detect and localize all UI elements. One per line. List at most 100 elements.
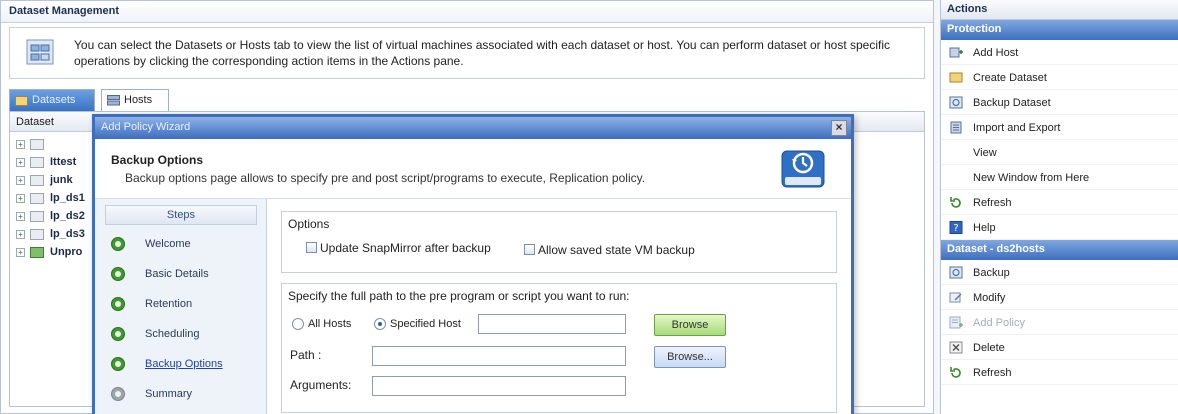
expand-icon[interactable]: + [16, 176, 25, 185]
action-view[interactable]: View [941, 140, 1178, 165]
action-label: Modify [973, 292, 1006, 304]
tree-header-label: Dataset [16, 116, 54, 128]
action-label: Help [973, 222, 996, 234]
backup-icon [949, 266, 963, 279]
action-label: Create Dataset [973, 72, 1047, 84]
datasets-icon [15, 96, 28, 106]
backup-dataset-icon [949, 96, 963, 109]
expand-icon[interactable]: + [16, 248, 25, 257]
wizard-title-bar[interactable]: Add Policy Wizard × [95, 117, 851, 139]
action-create-dataset[interactable]: Create Dataset [941, 65, 1178, 90]
action-backup-dataset[interactable]: Backup Dataset [941, 90, 1178, 115]
step-summary[interactable]: Summary [111, 385, 261, 407]
browse-path-button[interactable]: Browse... [654, 346, 726, 368]
expand-icon[interactable]: + [16, 158, 25, 167]
action-add-host[interactable]: Add Host [941, 40, 1178, 65]
action-add-policy[interactable]: Add Policy [941, 310, 1178, 335]
step-basic-details[interactable]: Basic Details [111, 265, 261, 287]
svg-text:?: ? [953, 223, 958, 234]
host-input[interactable] [478, 314, 626, 334]
folder-icon [30, 229, 44, 240]
unprotected-icon [30, 247, 44, 258]
delete-icon [949, 341, 963, 354]
step-welcome[interactable]: Welcome [111, 235, 261, 257]
dataset-info-icon [26, 39, 54, 65]
wizard-page-title: Backup Options [111, 153, 204, 167]
folder-icon [30, 175, 44, 186]
step-complete-icon [111, 297, 125, 311]
step-backup-options[interactable]: Backup Options [111, 355, 261, 377]
refresh-icon [950, 197, 961, 208]
tree-item[interactable]: + Ittest [14, 154, 104, 172]
arguments-label: Arguments: [290, 378, 352, 392]
specified-host-radio[interactable]: Specified Host [374, 316, 474, 332]
action-refresh[interactable]: Refresh [941, 190, 1178, 215]
tree-item[interactable]: + lp_ds2 [14, 208, 104, 226]
radio-dot [292, 318, 304, 330]
steps-header: Steps [105, 205, 257, 225]
dataset-section-header[interactable]: Dataset - ds2hosts [941, 240, 1178, 260]
tree-item[interactable]: + [14, 136, 104, 154]
info-box: You can select the Datasets or Hosts tab… [9, 27, 925, 79]
step-retention[interactable]: Retention [111, 295, 261, 317]
page-title: Dataset Management [1, 1, 933, 23]
expand-icon[interactable]: + [16, 194, 25, 203]
action-modify[interactable]: Modify [941, 285, 1178, 310]
refresh-icon [950, 367, 961, 378]
wizard-header: Backup Options Backup options page allow… [95, 139, 851, 199]
folder-icon [30, 211, 44, 222]
wizard-title: Add Policy Wizard [101, 121, 191, 133]
checkbox-box [306, 242, 317, 253]
update-snapmirror-checkbox[interactable]: Update SnapMirror after backup [306, 240, 536, 256]
allow-saved-state-checkbox[interactable]: Allow saved state VM backup [524, 242, 754, 258]
tree-item[interactable]: + lp_ds1 [14, 190, 104, 208]
action-label: Add Policy [973, 317, 1025, 329]
help-icon: ? [949, 221, 963, 234]
all-hosts-radio[interactable]: All Hosts [292, 316, 362, 332]
expand-icon[interactable]: + [16, 212, 25, 221]
tab-datasets[interactable]: Datasets [9, 89, 95, 111]
options-label: Options [288, 217, 330, 231]
actions-header: Actions [941, 0, 1178, 20]
path-input[interactable] [372, 346, 626, 366]
info-text: You can select the Datasets or Hosts tab… [74, 38, 890, 68]
modify-icon [949, 292, 962, 303]
action-backup[interactable]: Backup [941, 260, 1178, 285]
tree-item[interactable]: + junk [14, 172, 104, 190]
backup-restore-icon [781, 150, 825, 188]
action-label: Delete [973, 342, 1005, 354]
browse-host-button[interactable]: Browse [654, 314, 726, 336]
action-label: View [973, 147, 997, 159]
action-label: Refresh [973, 197, 1012, 209]
tree-item[interactable]: + Unpro [14, 244, 104, 262]
action-refresh-dataset[interactable]: Refresh [941, 360, 1178, 385]
expand-icon[interactable]: + [16, 230, 25, 239]
wizard-steps-panel: Steps Welcome Basic Details Retention Sc… [95, 199, 267, 414]
checkbox-box [524, 244, 535, 255]
add-host-icon [949, 47, 963, 58]
arguments-input[interactable] [372, 376, 626, 396]
pre-script-label: Specify the full path to the pre program… [288, 289, 630, 303]
action-delete[interactable]: Delete [941, 335, 1178, 360]
protection-section-header[interactable]: Protection [941, 20, 1178, 40]
tab-hosts-label: Hosts [124, 94, 153, 106]
close-icon[interactable]: × [831, 120, 847, 136]
options-group: Options Update SnapMirror after backup A… [281, 211, 837, 273]
step-scheduling[interactable]: Scheduling [111, 325, 261, 347]
hosts-icon [107, 95, 120, 106]
folder-icon [30, 157, 44, 168]
pre-script-group: Specify the full path to the pre program… [281, 283, 837, 413]
wizard-page-description: Backup options page allows to specify pr… [125, 171, 646, 185]
action-label: Refresh [973, 367, 1012, 379]
import-export-icon [950, 121, 962, 134]
action-help[interactable]: ? Help [941, 215, 1178, 240]
action-label: Import and Export [973, 122, 1061, 134]
folder-icon [30, 193, 44, 204]
action-new-window[interactable]: New Window from Here [941, 165, 1178, 190]
tab-hosts[interactable]: Hosts [101, 89, 169, 111]
create-dataset-icon [949, 72, 963, 83]
step-current-icon [111, 357, 125, 371]
action-import-export[interactable]: Import and Export [941, 115, 1178, 140]
tree-item[interactable]: + lp_ds3 [14, 226, 104, 244]
expand-icon[interactable]: + [16, 140, 25, 149]
